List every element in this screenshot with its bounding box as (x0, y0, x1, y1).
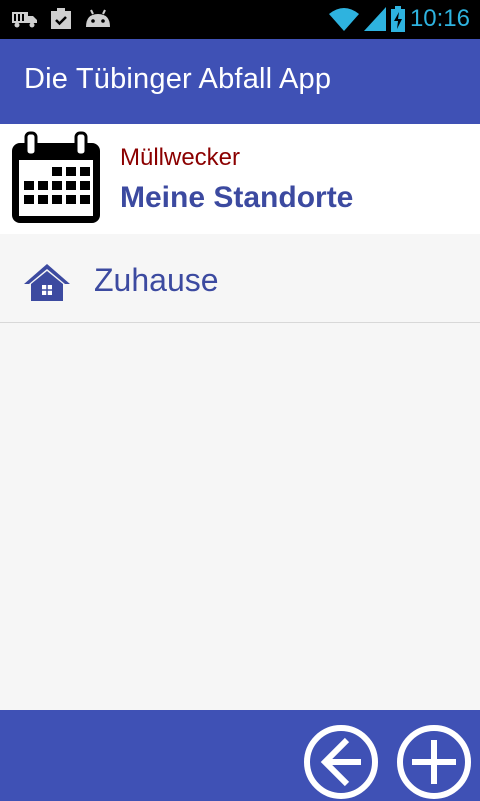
add-circle-icon[interactable] (396, 724, 472, 800)
app-title: Die Tübinger Abfall App (24, 63, 332, 95)
wifi-icon (328, 8, 359, 31)
list-item-label: Zuhause (94, 262, 219, 298)
signal-icon (363, 7, 386, 31)
battery-charging-icon (390, 6, 405, 32)
status-clock: 10:16 (409, 5, 470, 32)
app-bar: Die Tübinger Abfall App (0, 39, 480, 124)
android-icon (86, 9, 110, 27)
notification-icons (12, 8, 112, 30)
truck-icon (12, 12, 37, 28)
list-item-zuhause[interactable]: Zuhause (0, 234, 480, 323)
clipboard-check-icon (51, 8, 71, 29)
back-circle-icon[interactable] (303, 724, 379, 800)
home-icon (24, 264, 70, 301)
header-subtitle: Müllwecker (120, 144, 241, 171)
page-title: Meine Standorte (120, 181, 354, 214)
status-bar: 10:16 (0, 0, 480, 39)
header-card: Müllwecker Meine Standorte (0, 124, 480, 234)
calendar-icon (12, 131, 100, 223)
system-icons: 10:16 (328, 5, 470, 33)
